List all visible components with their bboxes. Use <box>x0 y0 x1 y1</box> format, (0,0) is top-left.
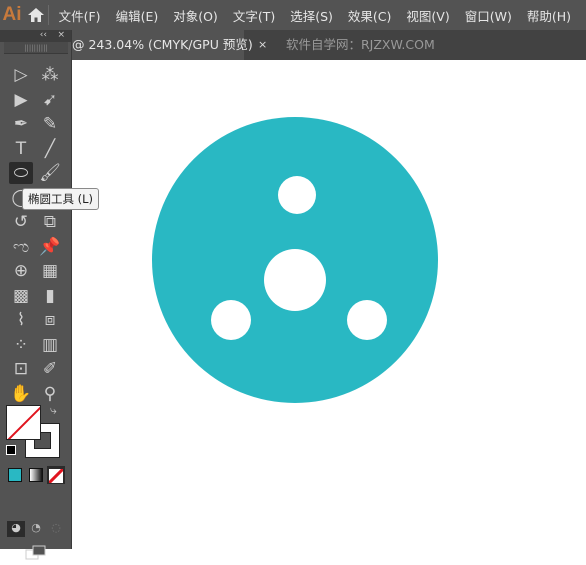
tooltip: 椭圆工具 (L) <box>22 188 100 210</box>
none-mode-button[interactable] <box>47 466 65 485</box>
menu-file[interactable]: 文件(F) <box>59 6 101 25</box>
gradient-mode-button[interactable] <box>29 468 43 482</box>
draw-inside-button[interactable]: ◌ <box>47 521 65 537</box>
magic-wand-tool[interactable]: ⁂ <box>38 64 62 86</box>
menu-object[interactable]: 对象(O) <box>173 6 218 25</box>
selection-tool[interactable]: ▷ <box>9 64 33 86</box>
puppet-warp-tool[interactable]: 📌 <box>38 236 62 258</box>
symbol-sprayer-tool[interactable]: ⁘ <box>9 334 33 356</box>
lasso-tool[interactable]: ➹ <box>38 89 62 111</box>
shape-builder-tool[interactable]: ⊕ <box>9 260 33 282</box>
collapse-icon[interactable]: ‹‹ <box>40 30 47 40</box>
right-small-circle <box>347 300 387 340</box>
hand-tool[interactable]: ✋ <box>9 383 33 405</box>
menu-bar: Ai 文件(F) 编辑(E) 对象(O) 文字(T) 选择(S) 效果(C) 视… <box>0 0 586 30</box>
artboard-canvas[interactable] <box>73 60 586 549</box>
rotate-tool[interactable]: ↺ <box>9 211 33 233</box>
menu-type[interactable]: 文字(T) <box>233 6 275 25</box>
mesh-tool[interactable]: ▩ <box>9 285 33 307</box>
artboard-tool[interactable]: ⊡ <box>9 358 33 380</box>
column-graph-tool[interactable]: ▥ <box>38 334 62 356</box>
gradient-tool[interactable]: ▮ <box>38 285 62 307</box>
type-tool[interactable]: T <box>9 138 33 160</box>
scale-tool[interactable]: ⧉ <box>38 211 62 233</box>
default-colors-icon[interactable] <box>6 445 16 455</box>
divider <box>47 5 49 25</box>
menu-effect[interactable]: 效果(C) <box>348 6 391 25</box>
eyedropper-tool[interactable]: ⌇ <box>9 309 33 331</box>
blend-tool[interactable]: ⧈ <box>38 309 62 331</box>
panel-header[interactable]: ‹‹ × <box>0 30 71 42</box>
screen-mode-icon[interactable] <box>25 545 47 561</box>
top-small-circle <box>278 176 316 214</box>
menu-window[interactable]: 窗口(W) <box>465 6 512 25</box>
panel-grip[interactable]: |||||||||| <box>4 42 68 54</box>
close-panel-icon[interactable]: × <box>57 30 65 40</box>
document-tab[interactable]: @ 243.04% (CMYK/GPU 预览) <box>64 30 253 60</box>
paintbrush-tool[interactable]: 🖌 <box>38 162 62 184</box>
slice-tool[interactable]: ✐ <box>38 358 62 380</box>
warp-tool[interactable]: ಌ <box>9 236 33 258</box>
swap-fill-stroke-icon[interactable]: ⤷ <box>50 403 57 418</box>
document-tab-title: @ 243.04% (CMYK/GPU 预览) <box>72 37 253 52</box>
watermark-text: 软件自学网：RJZXW.COM <box>286 37 435 52</box>
home-icon[interactable] <box>24 0 48 30</box>
color-mode-button[interactable] <box>8 468 22 482</box>
draw-behind-button[interactable]: ◔ <box>27 521 45 537</box>
draw-normal-button[interactable]: ◕ <box>7 521 25 537</box>
app-logo: Ai <box>2 4 22 25</box>
menu-view[interactable]: 视图(V) <box>406 6 449 25</box>
document-tab-bar: @ 243.04% (CMYK/GPU 预览) × 软件自学网：RJZXW.CO… <box>0 30 586 60</box>
ellipse-tool[interactable]: ⬭ <box>9 162 33 184</box>
close-tab-icon[interactable]: × <box>258 30 267 60</box>
center-circle <box>264 249 326 311</box>
zoom-tool[interactable]: ⚲ <box>38 383 62 405</box>
pen-tool[interactable]: ✒ <box>9 113 33 135</box>
fill-swatch[interactable] <box>6 405 41 440</box>
menu-help[interactable]: 帮助(H) <box>527 6 571 25</box>
line-tool[interactable]: ╱ <box>38 138 62 160</box>
direct-selection-tool[interactable]: ▶ <box>9 89 33 111</box>
left-small-circle <box>211 300 251 340</box>
perspective-grid-tool[interactable]: ▦ <box>38 260 62 282</box>
tools-panel: ‹‹× |||||||||| ▷⁂▶➹✒✎T╱⬭🖌◯◆↺⧉ಌ📌⊕▦▩▮⌇⧈⁘▥⊡… <box>0 30 72 560</box>
curvature-tool[interactable]: ✎ <box>38 113 62 135</box>
menu-edit[interactable]: 编辑(E) <box>116 6 159 25</box>
menu-select[interactable]: 选择(S) <box>290 6 333 25</box>
artwork <box>152 117 438 403</box>
